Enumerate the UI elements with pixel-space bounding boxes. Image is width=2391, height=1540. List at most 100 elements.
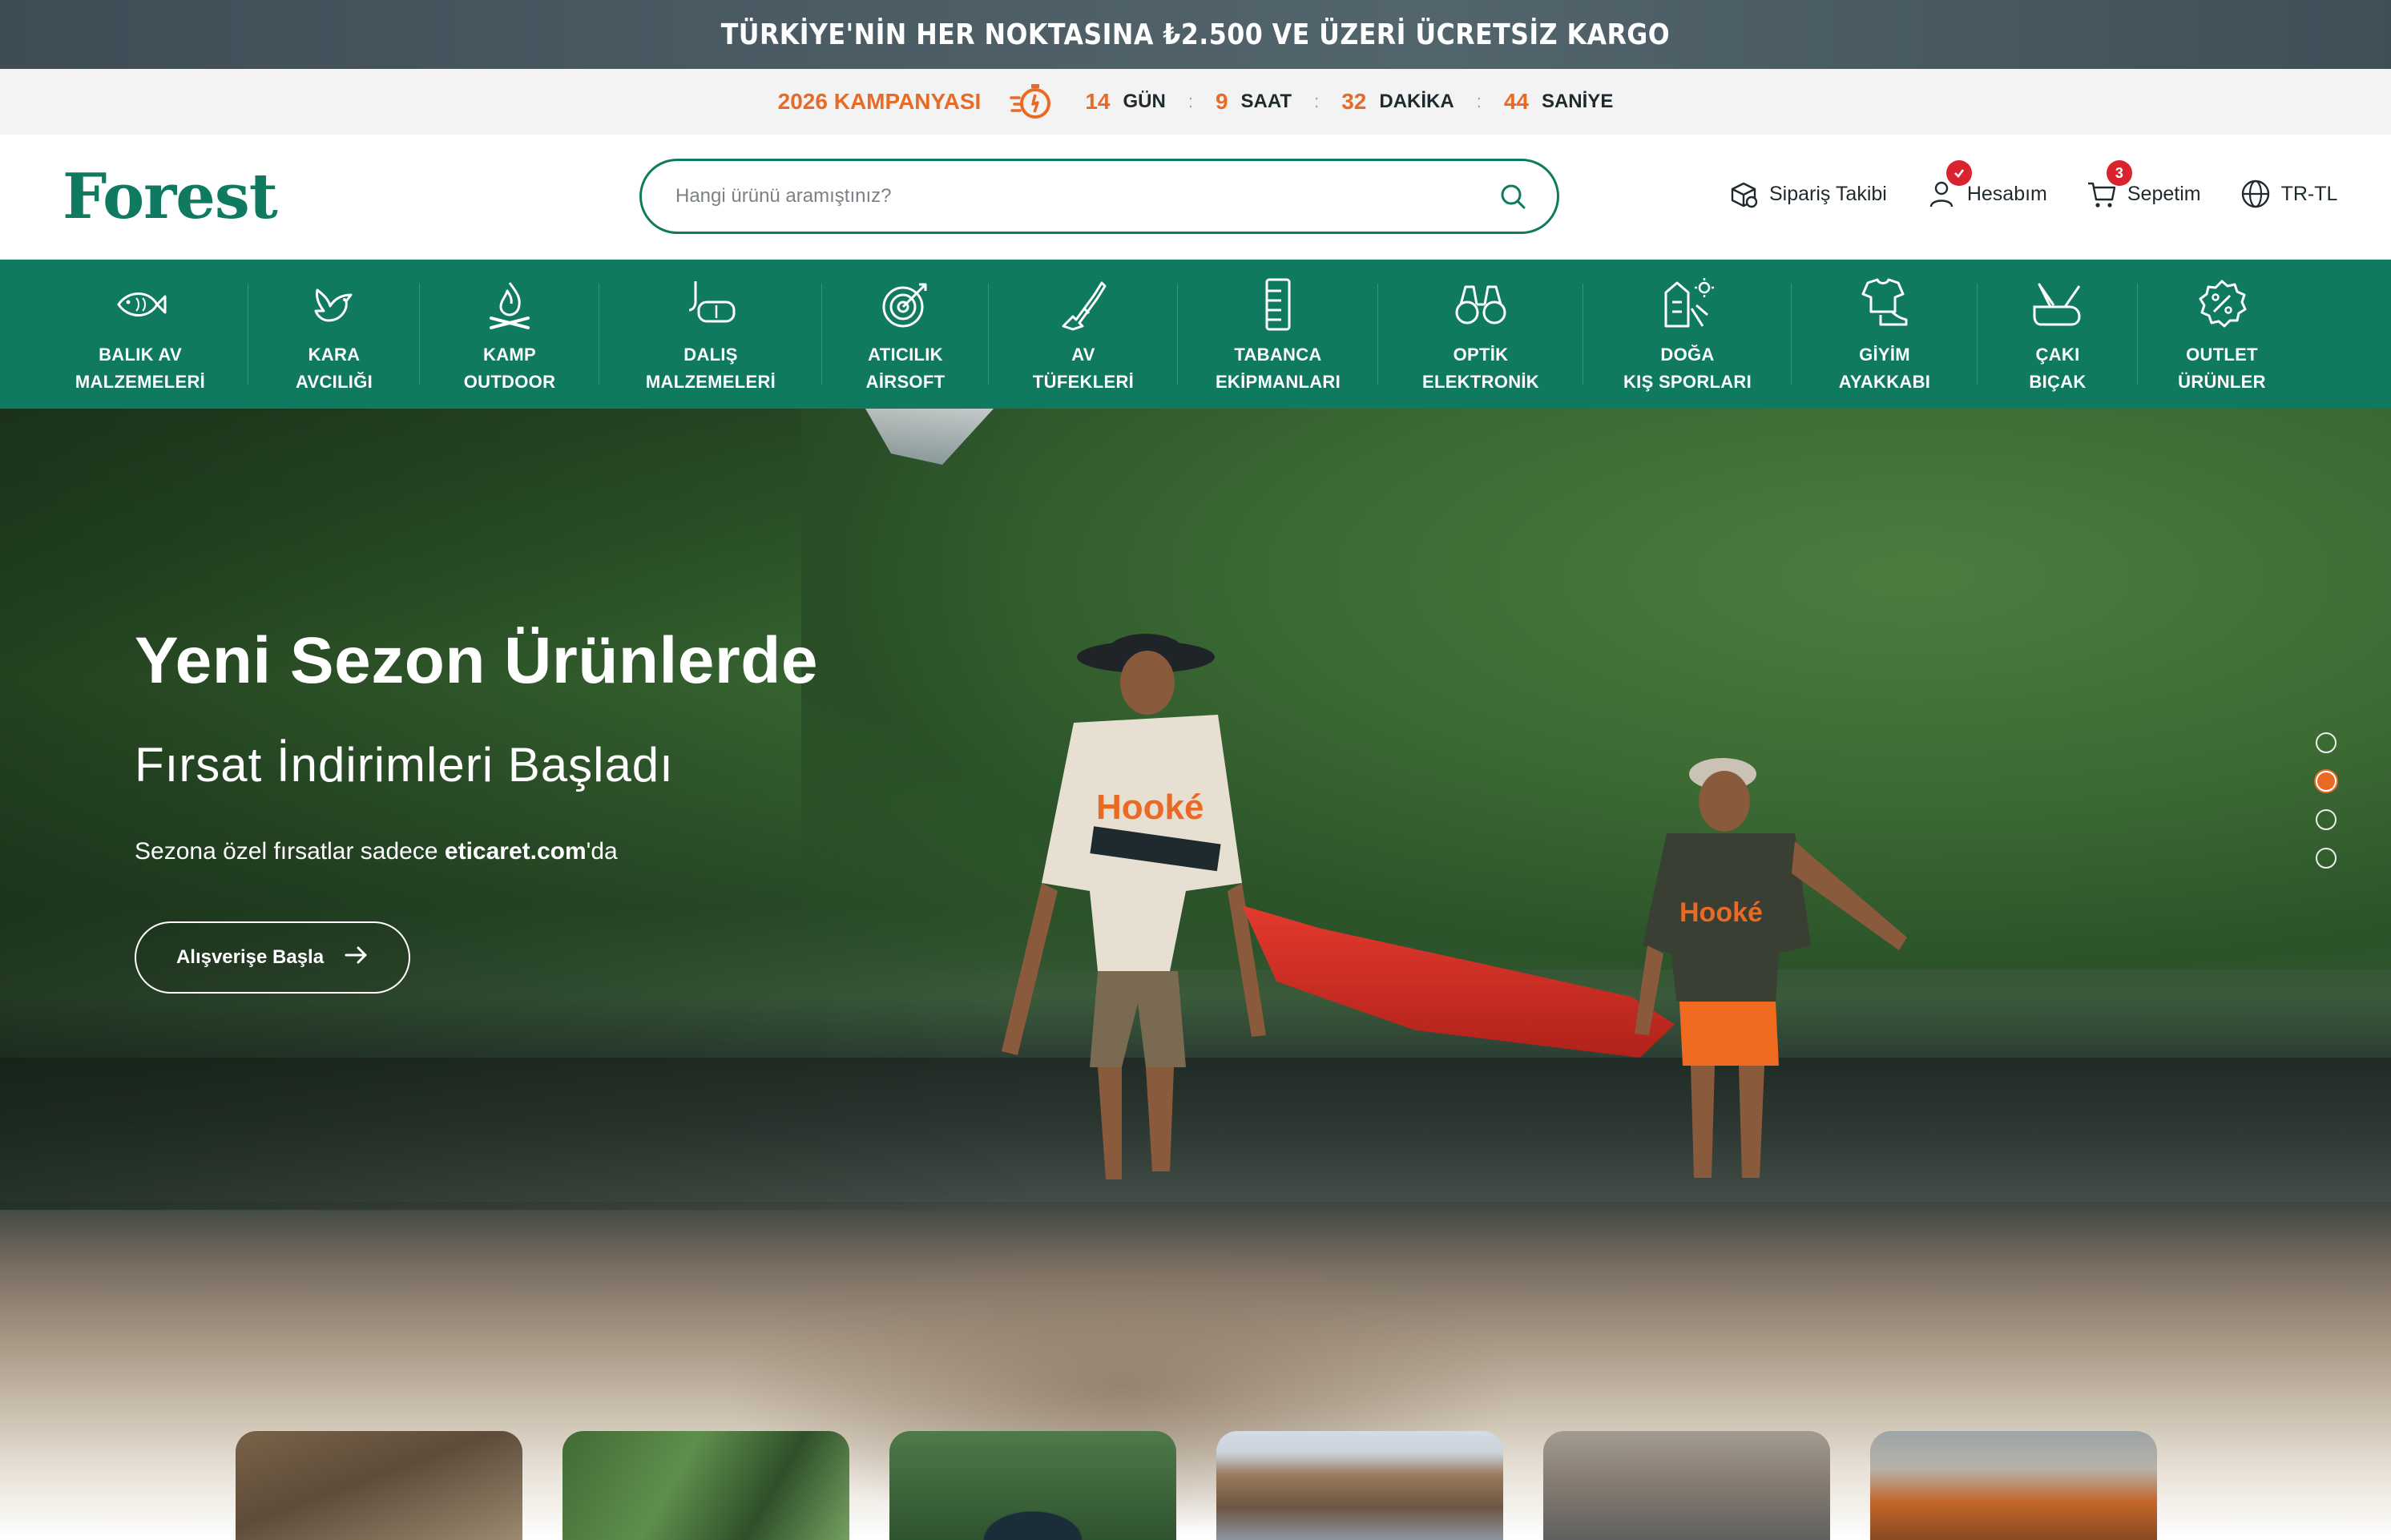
site-header: Forest Sipariş Takibi bbox=[0, 135, 2391, 260]
cart-link[interactable]: 3 Sepetim bbox=[2084, 160, 2201, 212]
minutes-value: 32 bbox=[1341, 89, 1367, 114]
package-tracking-icon bbox=[1726, 176, 1761, 212]
search-icon[interactable] bbox=[1498, 181, 1528, 212]
cart-icon: 3 bbox=[2084, 160, 2132, 212]
category-card[interactable] bbox=[1870, 1431, 2157, 1540]
hours-value: 9 bbox=[1215, 89, 1228, 114]
diving-mask-icon bbox=[680, 274, 741, 335]
account-label: Hesabım bbox=[1966, 182, 2047, 205]
category-item-kara-avciligi[interactable]: KARA AVCILIĞI bbox=[248, 260, 420, 409]
category-label: OUTLET ÜRÜNLER bbox=[2178, 345, 2266, 392]
category-item-outlet[interactable]: OUTLET ÜRÜNLER bbox=[2138, 260, 2306, 409]
category-card[interactable] bbox=[236, 1431, 522, 1540]
arrow-right-icon bbox=[345, 945, 369, 970]
category-label: TABANCA EKİPMANLARI bbox=[1215, 345, 1341, 392]
header-actions: Sipariş Takibi Hesabım 3 Sepetim TR-TL bbox=[1726, 160, 2374, 212]
countdown-minutes: 32 DAKİKA bbox=[1341, 89, 1454, 115]
days-label: GÜN bbox=[1123, 91, 1166, 112]
cart-label: Sepetim bbox=[2127, 182, 2201, 205]
days-value: 14 bbox=[1085, 89, 1111, 114]
category-label: KARA AVCILIĞI bbox=[295, 345, 373, 392]
hero-title: Yeni Sezon Ürünlerde bbox=[135, 624, 818, 697]
category-cards-row bbox=[236, 1431, 2157, 1540]
svg-text:Hooké: Hooké bbox=[1096, 788, 1204, 827]
order-tracking-link[interactable]: Sipariş Takibi bbox=[1726, 176, 1887, 212]
minutes-label: DAKİKA bbox=[1379, 91, 1454, 112]
campfire-icon bbox=[479, 274, 540, 335]
target-icon bbox=[875, 274, 936, 335]
category-nav: BALIK AV MALZEMELERİ KARA AVCILIĞI KAMP OUT… bbox=[0, 260, 2391, 409]
hero-banner[interactable]: Hooké Hooké Yeni Sezon Ürünlerde Fırsat … bbox=[0, 409, 2391, 1540]
countdown-separator: : bbox=[1476, 91, 1482, 111]
slider-dot-active[interactable] bbox=[2316, 771, 2337, 792]
countdown-bar: 2026 KAMPANYASI 14 GÜN : 9 SAAT : 32 DAK… bbox=[0, 69, 2391, 135]
category-label: OPTİK ELEKTRONİK bbox=[1422, 345, 1539, 392]
category-label: ATICILIK AİRSOFT bbox=[865, 345, 946, 392]
shirt-shoe-icon bbox=[1854, 274, 1915, 335]
slider-pagination bbox=[2316, 732, 2337, 869]
search-input[interactable] bbox=[675, 185, 1498, 208]
globe-icon bbox=[2238, 176, 2273, 212]
fish-icon bbox=[110, 274, 171, 335]
locale-label: TR-TL bbox=[2280, 182, 2338, 205]
countdown-hours: 9 SAAT bbox=[1216, 89, 1292, 115]
category-item-optik[interactable]: OPTİK ELEKTRONİK bbox=[1378, 260, 1583, 409]
bird-icon bbox=[304, 274, 365, 335]
category-item-doga[interactable]: DOĞA KIŞ SPORLARI bbox=[1583, 260, 1792, 409]
slider-dot[interactable] bbox=[2316, 732, 2337, 753]
hours-label: SAAT bbox=[1240, 91, 1292, 112]
start-shopping-button[interactable]: Alışverişe Başla bbox=[135, 921, 410, 994]
skier-icon bbox=[1657, 274, 1718, 335]
category-item-dalis[interactable]: DALIŞ MALZEMELERİ bbox=[599, 260, 822, 409]
category-item-balik-av[interactable]: BALIK AV MALZEMELERİ bbox=[32, 260, 248, 409]
top-banner: TÜRKİYE'NİN HER NOKTASINA ₺2.500 VE ÜZER… bbox=[0, 0, 2391, 69]
category-label: ÇAKI BIÇAK bbox=[2029, 345, 2087, 392]
hero-subtitle: Fırsat İndirimleri Başladı bbox=[135, 738, 674, 792]
category-label: KAMP OUTDOOR bbox=[463, 345, 556, 392]
cart-count-badge: 3 bbox=[2106, 160, 2132, 186]
countdown-days: 14 GÜN bbox=[1085, 89, 1166, 115]
search-bar bbox=[639, 159, 1559, 234]
start-shopping-label: Alışverişe Başla bbox=[175, 946, 325, 968]
category-item-giyim[interactable]: GİYİM AYAKKABI bbox=[1792, 260, 1978, 409]
account-link[interactable]: Hesabım bbox=[1924, 160, 2047, 212]
magazine-icon bbox=[1248, 274, 1308, 335]
category-card[interactable] bbox=[1216, 1431, 1503, 1540]
category-item-av-tufekleri[interactable]: AV TÜFEKLERİ bbox=[989, 260, 1178, 409]
stopwatch-icon bbox=[1010, 82, 1058, 122]
site-logo[interactable]: Forest bbox=[62, 160, 278, 233]
category-card[interactable] bbox=[889, 1431, 1176, 1540]
category-item-kamp-outdoor[interactable]: KAMP OUTDOOR bbox=[420, 260, 599, 409]
hero-person-image: Hooké bbox=[1635, 758, 1907, 1178]
hero-person-image: Hooké bbox=[1002, 634, 1266, 1179]
category-item-aticilik[interactable]: ATICILIK AİRSOFT bbox=[822, 260, 989, 409]
order-tracking-label: Sipariş Takibi bbox=[1769, 182, 1887, 205]
hero-text-shade bbox=[0, 409, 1042, 1210]
slider-dot[interactable] bbox=[2316, 809, 2337, 830]
percent-badge-icon bbox=[2191, 274, 2252, 335]
countdown-seconds: 44 SANİYE bbox=[1504, 89, 1614, 115]
account-verified-badge bbox=[1945, 160, 1972, 186]
campaign-label: 2026 KAMPANYASI bbox=[777, 89, 982, 114]
binoculars-icon bbox=[1450, 274, 1511, 335]
user-icon bbox=[1924, 160, 1972, 212]
locale-selector[interactable]: TR-TL bbox=[2238, 176, 2338, 212]
category-label: DOĞA KIŞ SPORLARI bbox=[1623, 345, 1752, 392]
category-label: BALIK AV MALZEMELERİ bbox=[75, 345, 206, 392]
hero-brand-name: eticaret.com bbox=[444, 838, 587, 865]
countdown-separator: : bbox=[1187, 91, 1193, 111]
shipping-banner-text: TÜRKİYE'NİN HER NOKTASINA ₺2.500 VE ÜZER… bbox=[720, 18, 1671, 51]
rifle-icon bbox=[1053, 274, 1114, 335]
category-card[interactable] bbox=[562, 1431, 849, 1540]
category-label: DALIŞ MALZEMELERİ bbox=[645, 345, 776, 392]
pocket-knife-icon bbox=[2027, 274, 2088, 335]
category-item-tabanca[interactable]: TABANCA EKİPMANLARI bbox=[1178, 260, 1378, 409]
svg-text:Hooké: Hooké bbox=[1679, 897, 1763, 928]
seconds-label: SANİYE bbox=[1541, 91, 1614, 112]
hero-description: Sezona özel fırsatlar sadece eticaret.co… bbox=[135, 838, 618, 865]
category-label: AV TÜFEKLERİ bbox=[1032, 345, 1135, 392]
category-card[interactable] bbox=[1543, 1431, 1830, 1540]
countdown-separator: : bbox=[1314, 91, 1320, 111]
category-item-caki[interactable]: ÇAKI BIÇAK bbox=[1978, 260, 2138, 409]
slider-dot[interactable] bbox=[2316, 848, 2337, 869]
